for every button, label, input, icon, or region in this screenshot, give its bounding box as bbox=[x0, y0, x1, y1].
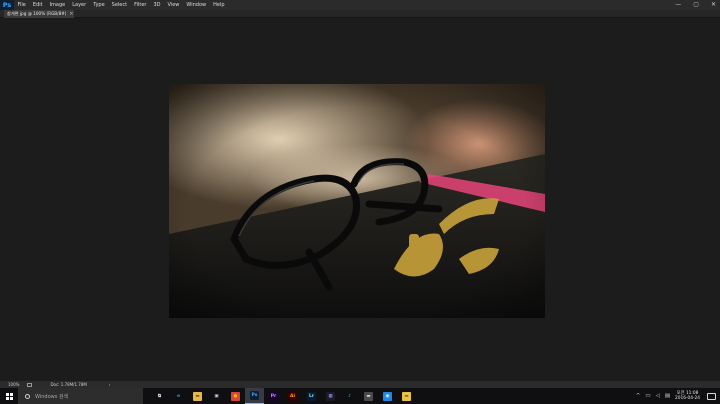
taskbar-app-lightroom[interactable]: Lr bbox=[302, 388, 321, 404]
edge-icon: e bbox=[174, 391, 183, 401]
system-tray: ^ ▭ ◁ ▤ 오전 11:08 2016-04-24 bbox=[636, 388, 716, 404]
taskbar-app-media-encoder[interactable]: ▦ bbox=[321, 388, 340, 404]
menu-layer[interactable]: Layer bbox=[69, 0, 90, 10]
taskbar-app-browser[interactable]: ◉ bbox=[378, 388, 397, 404]
menu-help[interactable]: Help bbox=[210, 0, 228, 10]
music-icon: ♪ bbox=[345, 391, 354, 401]
store-icon: ▣ bbox=[212, 391, 221, 401]
taskbar-app-file-explorer[interactable]: ▬ bbox=[188, 388, 207, 404]
menu-edit[interactable]: Edit bbox=[29, 0, 46, 10]
taskbar-app-kakaotalk[interactable]: ▬ bbox=[359, 388, 378, 404]
document-image[interactable] bbox=[169, 84, 545, 318]
menu-view[interactable]: View bbox=[164, 0, 183, 10]
task-view-icon: ⧉ bbox=[155, 391, 164, 401]
taskbar-app-folder[interactable]: ▬ bbox=[397, 388, 416, 404]
document-size: Doc: 1.78M/1.78M bbox=[50, 382, 87, 387]
taskbar-app-edge[interactable]: e bbox=[169, 388, 188, 404]
zoom-level[interactable]: 100% bbox=[8, 382, 19, 387]
taskbar-app-task-view[interactable]: ⧉ bbox=[150, 388, 169, 404]
glasses-photo bbox=[169, 84, 545, 318]
search-icon bbox=[25, 393, 30, 399]
network-icon[interactable]: ▭ bbox=[645, 393, 650, 399]
illustrator-icon: Ai bbox=[288, 391, 297, 401]
notification-icon[interactable] bbox=[707, 392, 716, 400]
media-encoder-icon: ▦ bbox=[326, 391, 335, 401]
photoshop-icon: Ps bbox=[250, 391, 259, 400]
menu-type[interactable]: Type bbox=[90, 0, 108, 10]
tray-chevron-icon[interactable]: ^ bbox=[636, 393, 641, 399]
taskbar-app-store[interactable]: ▣ bbox=[207, 388, 226, 404]
status-bar: 100% Doc: 1.78M/1.78M › bbox=[0, 381, 720, 388]
maximize-icon[interactable]: ▢ bbox=[693, 0, 699, 10]
menu-select[interactable]: Select bbox=[108, 0, 130, 10]
taskbar-app-illustrator[interactable]: Ai bbox=[283, 388, 302, 404]
taskbar-app-photoshop[interactable]: Ps bbox=[245, 388, 264, 404]
taskbar-app-premiere[interactable]: Pr bbox=[264, 388, 283, 404]
document-tab-bar: 참게편 jpg @ 100% (RGB/8#) × bbox=[0, 10, 720, 18]
minimize-icon[interactable]: — bbox=[675, 0, 681, 10]
document-info-icon[interactable] bbox=[27, 382, 33, 387]
keyboard-icon[interactable]: ▤ bbox=[665, 393, 670, 399]
taskbar-app-chrome[interactable]: ● bbox=[226, 388, 245, 404]
menu-image[interactable]: Image bbox=[46, 0, 69, 10]
menu-window[interactable]: Window bbox=[183, 0, 210, 10]
kakaotalk-icon: ▬ bbox=[364, 391, 373, 401]
photoshop-logo-icon: Ps bbox=[0, 0, 14, 10]
taskbar: Windows 검색 ⧉ e ▬ ▣ ● Ps Pr Ai Lr ▦ ♪ ▬ ◉ ▬ ^ ▭ ◁ ▤ 오전… bbox=[0, 388, 720, 404]
chrome-icon: ● bbox=[231, 391, 240, 401]
document-tab-label: 참게편 jpg @ 100% (RGB/8#) bbox=[7, 11, 67, 16]
taskbar-app-music[interactable]: ♪ bbox=[340, 388, 359, 404]
clock-date: 2016-04-24 bbox=[675, 396, 700, 401]
file-explorer-icon: ▬ bbox=[193, 391, 202, 401]
taskbar-apps: ⧉ e ▬ ▣ ● Ps Pr Ai Lr ▦ ♪ ▬ ◉ ▬ bbox=[150, 388, 416, 404]
menu-3d[interactable]: 3D bbox=[150, 0, 164, 10]
taskbar-search[interactable]: Windows 검색 bbox=[18, 388, 143, 404]
canvas-area[interactable] bbox=[0, 18, 720, 381]
close-icon[interactable]: ✕ bbox=[711, 0, 716, 10]
folder-icon: ▬ bbox=[402, 391, 411, 401]
document-tab[interactable]: 참게편 jpg @ 100% (RGB/8#) × bbox=[4, 10, 74, 18]
clock[interactable]: 오전 11:08 2016-04-24 bbox=[675, 391, 700, 402]
menu-bar: Ps File Edit Image Layer Type Select Fil… bbox=[0, 0, 720, 10]
status-menu-arrow-icon[interactable]: › bbox=[109, 382, 111, 387]
browser-icon: ◉ bbox=[383, 391, 392, 401]
tab-close-icon[interactable]: × bbox=[69, 10, 73, 18]
volume-icon[interactable]: ◁ bbox=[656, 393, 660, 399]
search-placeholder: Windows 검색 bbox=[35, 393, 69, 400]
lightroom-icon: Lr bbox=[307, 391, 316, 401]
start-button[interactable] bbox=[0, 388, 18, 404]
menu-filter[interactable]: Filter bbox=[131, 0, 150, 10]
menu-file[interactable]: File bbox=[14, 0, 29, 10]
window-controls: — ▢ ✕ bbox=[675, 0, 716, 10]
premiere-icon: Pr bbox=[269, 391, 278, 401]
windows-logo-icon bbox=[5, 392, 13, 400]
